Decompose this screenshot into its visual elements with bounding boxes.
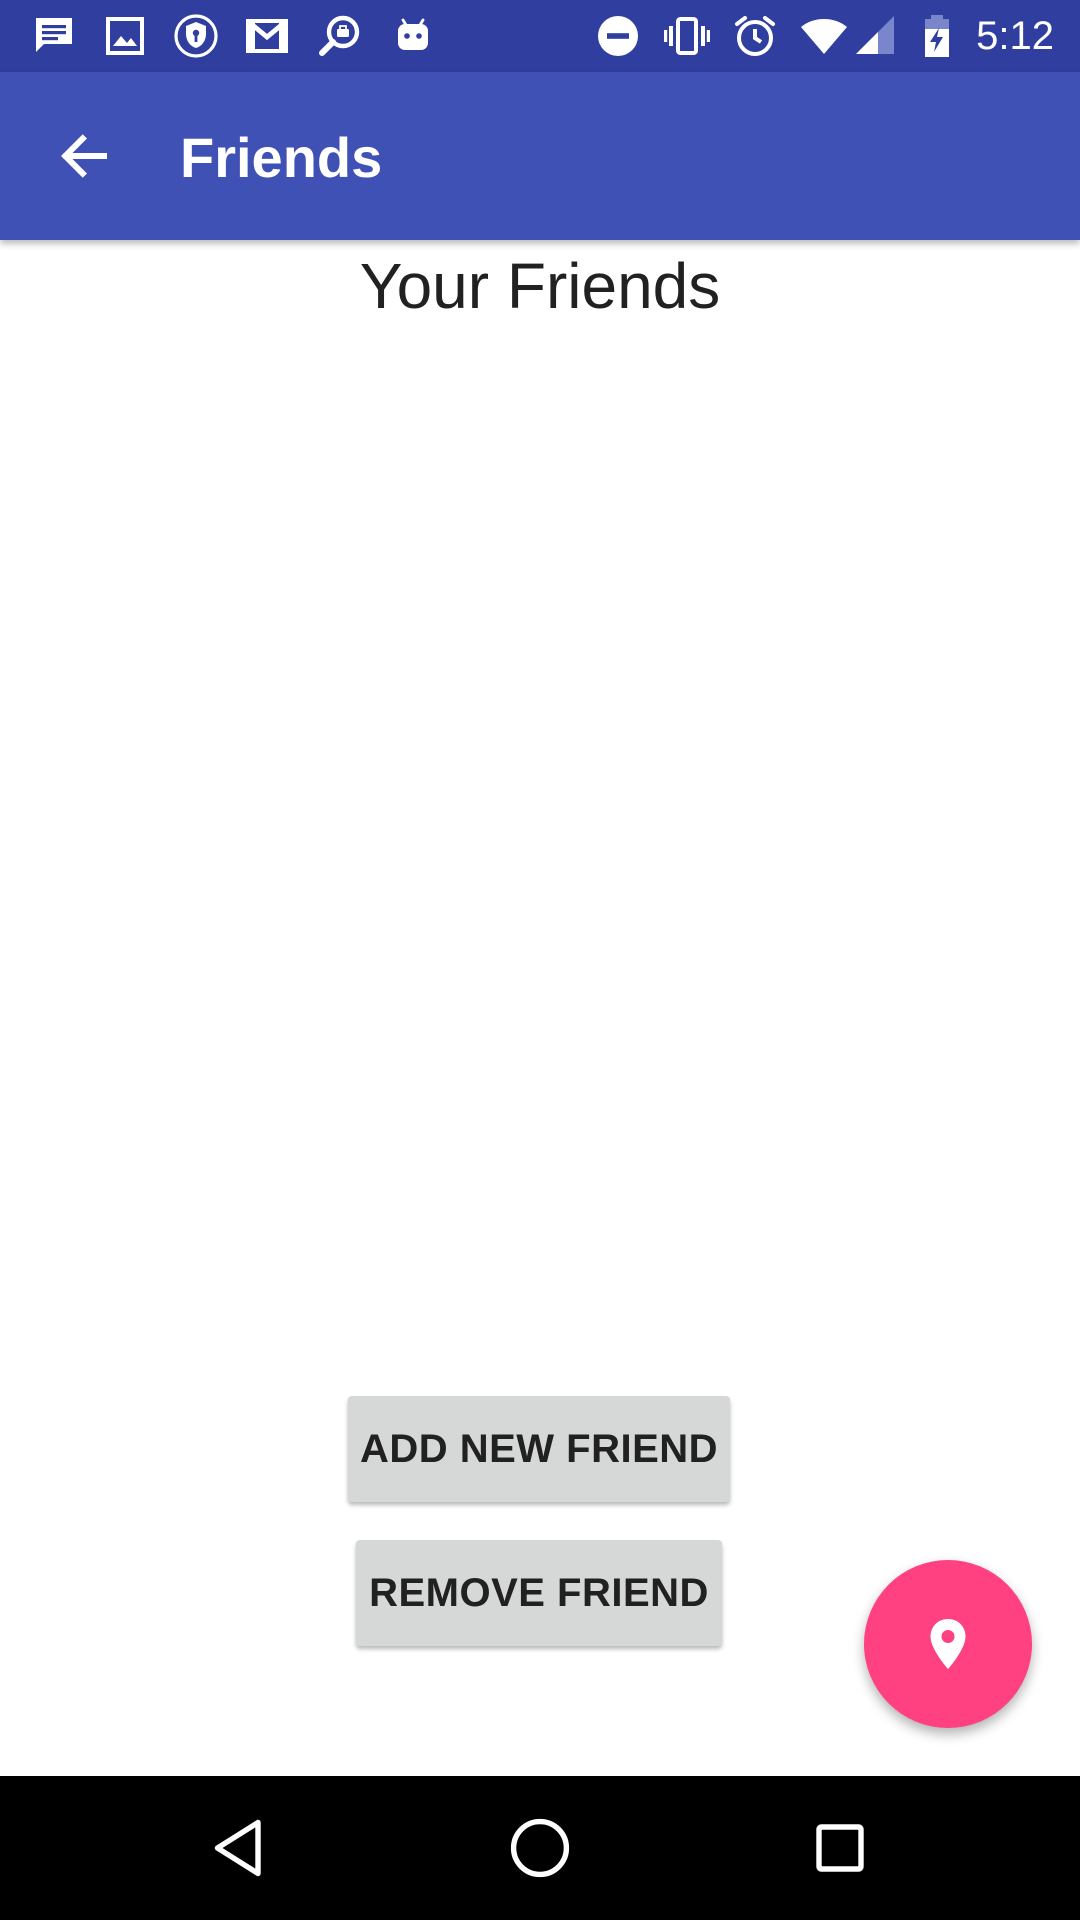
add-new-friend-button[interactable]: ADD NEW FRIEND (348, 1396, 730, 1502)
remove-friend-button[interactable]: REMOVE FRIEND (356, 1540, 722, 1646)
do-not-disturb-icon (594, 12, 642, 60)
nav-recents-button[interactable] (804, 1812, 876, 1884)
app-bar-title: Friends (180, 126, 383, 189)
gmail-icon (243, 12, 291, 60)
android-icon (389, 12, 437, 60)
vibrate-icon (663, 12, 711, 60)
location-fab-button[interactable] (864, 1560, 1032, 1728)
battery-charging-icon (913, 12, 961, 60)
location-pin-icon (930, 1619, 966, 1669)
search-work-icon (316, 12, 364, 60)
navigation-bar (0, 1776, 1080, 1920)
clock-time: 5:12 (976, 14, 1054, 58)
cell-signal-icon (852, 12, 900, 60)
app-bar: Friends (0, 72, 1080, 240)
back-button[interactable] (42, 114, 126, 198)
nav-back-button[interactable] (204, 1812, 276, 1884)
alarm-icon (731, 12, 779, 60)
vpn-shield-icon (172, 12, 220, 60)
image-icon (101, 12, 149, 60)
page-heading: Your Friends (359, 250, 721, 322)
message-icon (30, 12, 78, 60)
recents-square-icon (816, 1824, 864, 1872)
back-triangle-icon (214, 1819, 261, 1877)
wifi-icon (800, 12, 848, 60)
arrow-back-icon (61, 134, 107, 178)
nav-home-button[interactable] (504, 1812, 576, 1884)
friends-screen: 5:12 Friends Your Friends ADD NEW FRIEND… (0, 0, 1080, 1920)
status-bar: 5:12 (0, 0, 1080, 72)
home-circle-icon (510, 1818, 570, 1878)
